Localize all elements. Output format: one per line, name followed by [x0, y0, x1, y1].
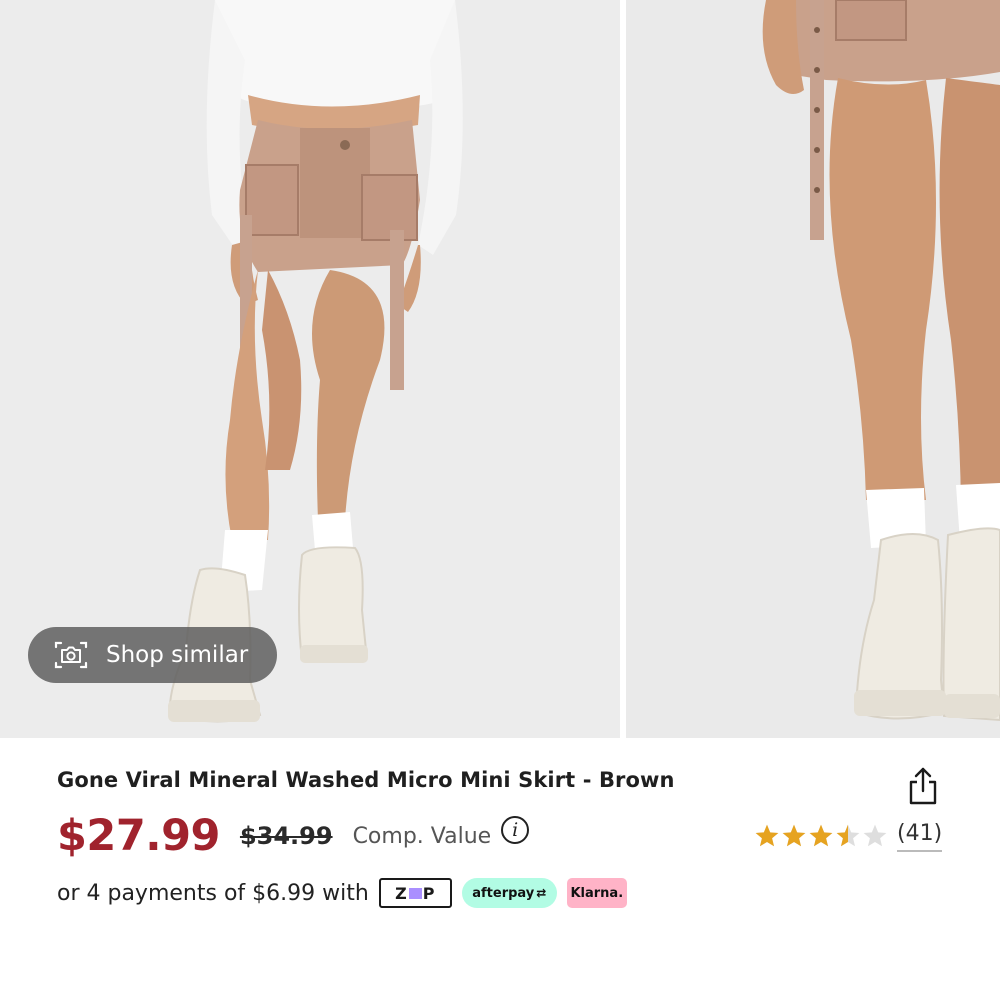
rating-summary[interactable]: (41)	[754, 820, 943, 852]
star-icon	[782, 824, 806, 847]
product-image-gallery[interactable]: Shop similar	[0, 0, 1000, 738]
current-price: $27.99	[57, 811, 220, 861]
price-row: $27.99 $34.99 Comp. Value i	[57, 808, 530, 864]
comp-value-label: Comp. Value	[352, 823, 492, 849]
shop-similar-button[interactable]: Shop similar	[28, 627, 277, 683]
payments-text: or 4 payments of $6.99 with	[57, 880, 369, 906]
share-icon	[906, 767, 940, 810]
zip-badge[interactable]: ZP	[378, 878, 452, 908]
camera-icon	[52, 640, 90, 670]
installment-payments: or 4 payments of $6.99 with ZP afterpay …	[57, 875, 627, 911]
original-price: $34.99	[239, 822, 333, 850]
afterpay-badge[interactable]: afterpay ⇄	[461, 878, 557, 908]
star-icon	[836, 824, 860, 847]
share-button[interactable]	[906, 766, 940, 806]
zip-logo: ZP	[395, 883, 436, 903]
star-rating	[754, 823, 889, 849]
product-title: Gone Viral Mineral Washed Micro Mini Ski…	[57, 768, 675, 792]
info-icon[interactable]: i	[501, 816, 530, 844]
star-icon	[755, 824, 779, 847]
klarna-badge[interactable]: Klarna.	[566, 878, 627, 908]
shop-similar-label: Shop similar	[106, 642, 249, 668]
klarna-label: Klarna.	[570, 885, 624, 901]
afterpay-arrows-icon: ⇄	[536, 886, 547, 900]
product-photo-side[interactable]	[626, 0, 1000, 738]
afterpay-label: afterpay	[472, 885, 535, 901]
star-icon	[863, 824, 887, 847]
star-icon	[809, 824, 833, 847]
review-count-link[interactable]: (41)	[897, 821, 943, 852]
